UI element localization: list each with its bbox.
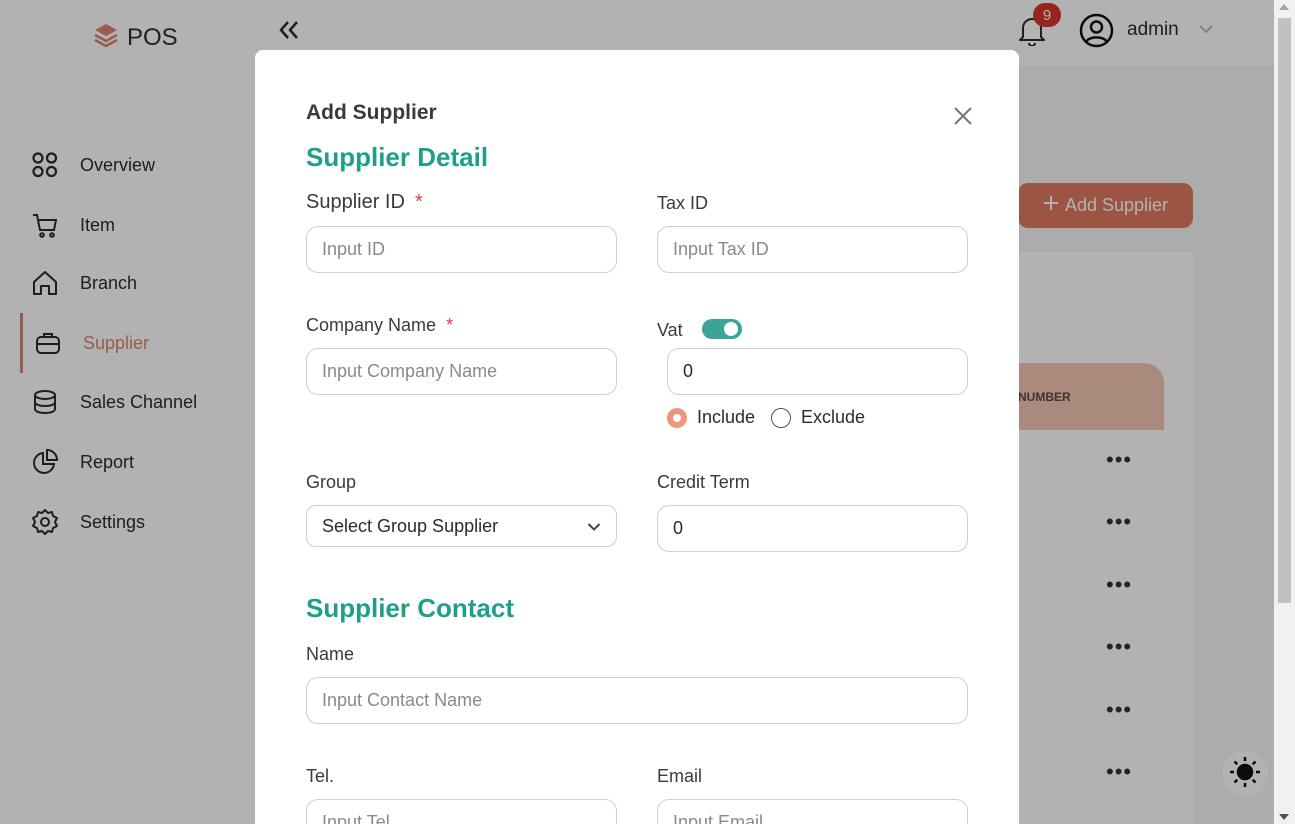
supplier-id-label: Supplier ID *: [306, 191, 423, 214]
section-title-supplier-contact: Supplier Contact: [306, 593, 515, 623]
add-supplier-modal: Add Supplier Supplier Detail Supplier ID…: [255, 50, 1019, 824]
credit-term-label: Credit Term: [657, 472, 750, 492]
company-name-label-text: Company Name: [306, 315, 437, 335]
company-name-label: Company Name *: [306, 315, 453, 336]
toggle-knob: [724, 322, 738, 336]
vat-input[interactable]: [667, 348, 968, 395]
close-icon[interactable]: [952, 105, 974, 127]
modal-title: Add Supplier: [306, 101, 437, 124]
scroll-down-arrow-icon[interactable]: [1279, 814, 1289, 820]
scroll-up-arrow-icon[interactable]: [1279, 4, 1289, 10]
group-select-value: Select Group Supplier: [322, 515, 499, 536]
tel-input[interactable]: [306, 799, 617, 824]
vat-exclude-radio[interactable]: [771, 408, 791, 428]
section-title-supplier-detail: Supplier Detail: [306, 142, 489, 172]
required-marker: *: [414, 191, 423, 213]
supplier-id-label-text: Supplier ID: [306, 191, 405, 213]
vat-toggle[interactable]: [702, 319, 742, 339]
vat-include-radio[interactable]: [667, 408, 687, 428]
contact-name-input[interactable]: [306, 677, 968, 724]
tax-id-label: Tax ID: [657, 193, 709, 213]
vat-label: Vat: [657, 320, 683, 340]
tel-label: Tel.: [306, 766, 335, 786]
page-scrollbar[interactable]: [1274, 0, 1295, 824]
group-select[interactable]: Select Group Supplier: [306, 505, 617, 547]
company-name-input[interactable]: [306, 348, 617, 395]
credit-term-input[interactable]: [657, 505, 968, 552]
vat-include-label[interactable]: Include: [697, 407, 755, 428]
supplier-id-input[interactable]: [306, 226, 617, 273]
chevron-down-icon: [587, 516, 601, 537]
email-label: Email: [657, 766, 703, 786]
contact-name-label: Name: [306, 644, 355, 664]
vat-exclude-label[interactable]: Exclude: [801, 407, 865, 428]
tax-id-input[interactable]: [657, 226, 968, 273]
required-marker: *: [446, 315, 454, 335]
scrollbar-thumb[interactable]: [1278, 18, 1291, 603]
email-input[interactable]: [657, 799, 968, 824]
group-label: Group: [306, 472, 357, 492]
